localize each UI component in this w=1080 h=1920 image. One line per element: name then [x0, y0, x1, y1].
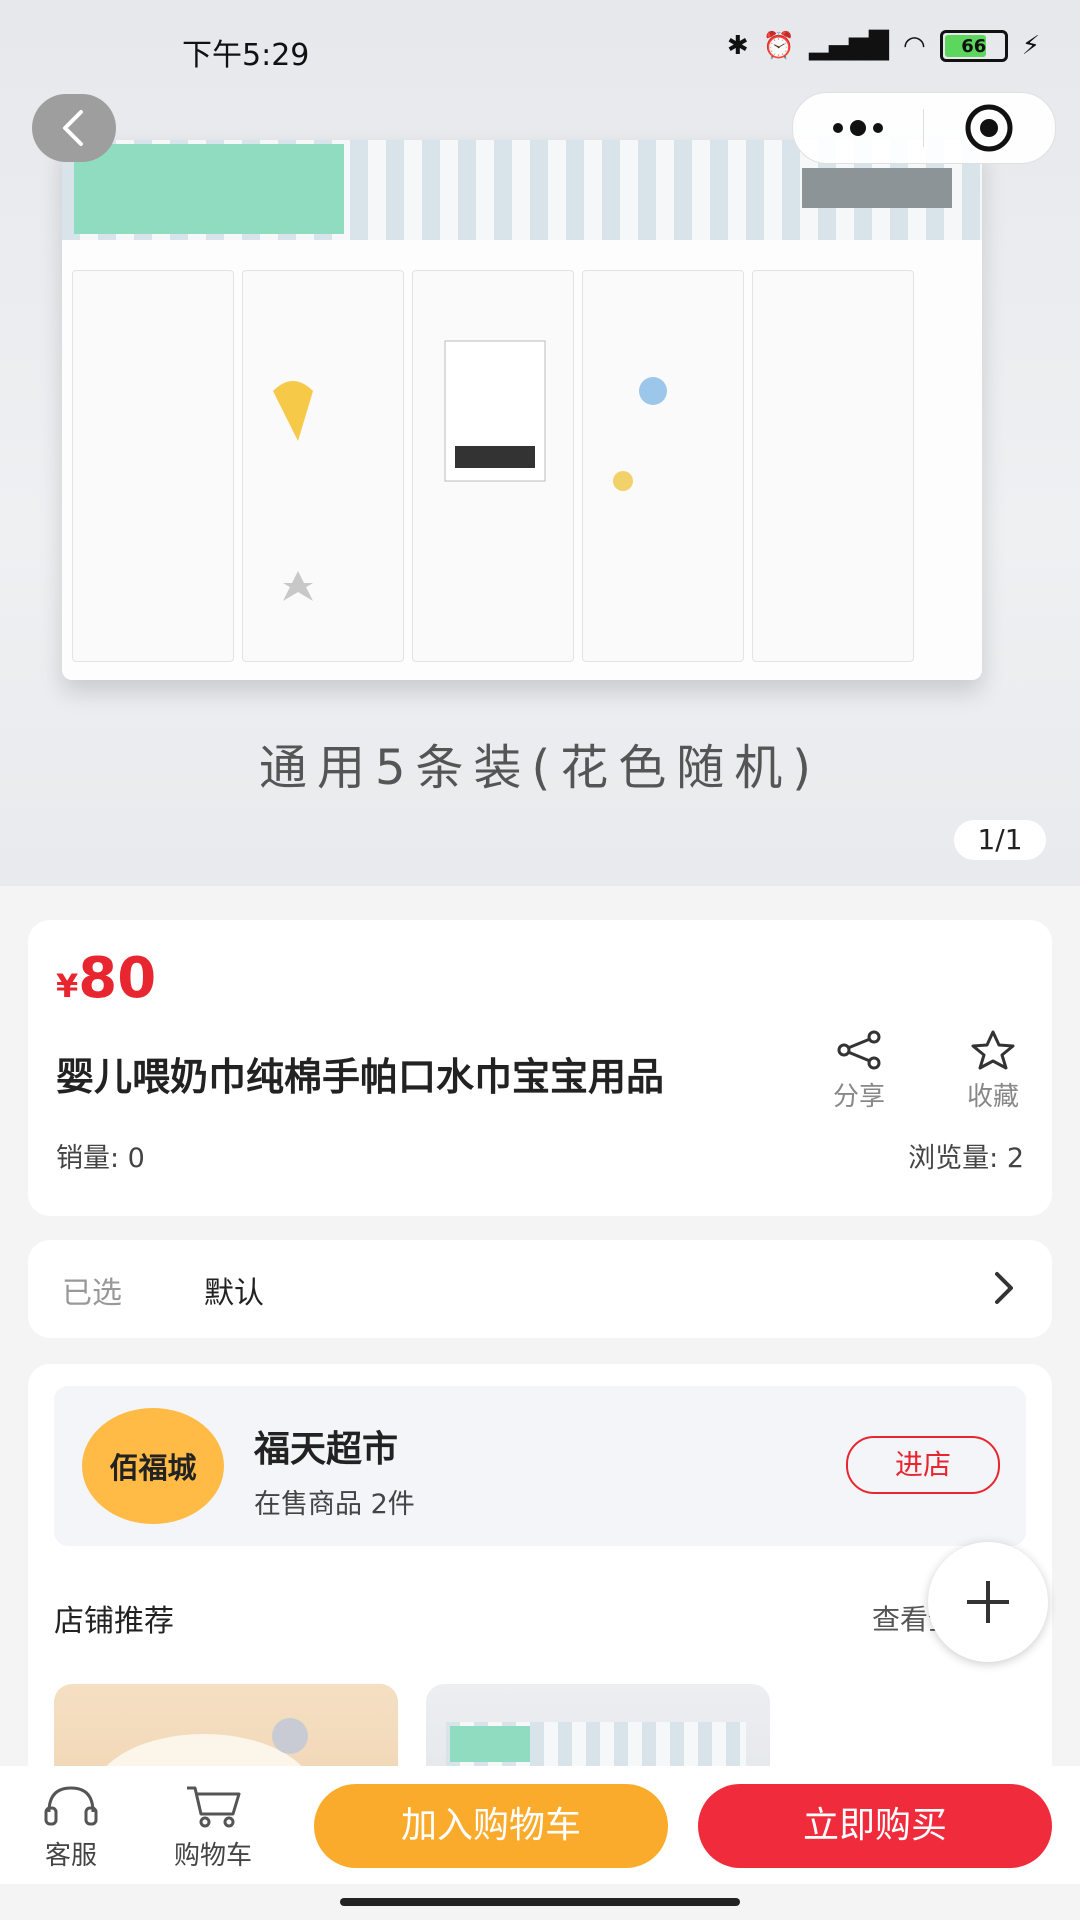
wifi-icon: ◠ [903, 31, 926, 61]
view-count: 浏览量: 2 [908, 1143, 1024, 1174]
status-icons: ✱ ⏰ ▂▄▆█ ◠ 66 ⚡ [727, 30, 1040, 62]
product-price: ¥80 [56, 946, 156, 1011]
towel-image [72, 270, 234, 662]
floating-add-button[interactable] [928, 1542, 1048, 1662]
home-indicator[interactable] [340, 1898, 740, 1906]
shop-name: 福天超市 [254, 1429, 399, 1470]
status-bar: 下午5:29 ✱ ⏰ ▂▄▆█ ◠ 66 ⚡ [0, 0, 1080, 100]
share-button[interactable]: 分享 [814, 1030, 904, 1113]
product-info-card: ¥80 婴儿喂奶巾纯棉手帕口水巾宝宝用品 分享 收藏 销量: 0 浏览量: 2 [28, 920, 1052, 1216]
alarm-icon: ⏰ [762, 31, 796, 61]
product-thumbnail-label [450, 1726, 530, 1762]
cart-button[interactable]: 购物车 [158, 1784, 268, 1872]
spec-value: 默认 [204, 1276, 264, 1311]
product-photo [62, 140, 982, 680]
shop-info[interactable]: 佰福城 福天超市 在售商品 2件 进店 [54, 1386, 1026, 1546]
shop-card: 佰福城 福天超市 在售商品 2件 进店 店铺推荐 查看全 [28, 1364, 1052, 1784]
mini-program-capsule [792, 92, 1056, 164]
package-tag [802, 168, 952, 208]
favorite-button[interactable]: 收藏 [948, 1030, 1038, 1113]
image-page-indicator: 1/1 [954, 820, 1046, 860]
favorite-label: 收藏 [966, 1082, 1019, 1112]
charging-icon: ⚡ [1021, 31, 1040, 61]
enter-shop-button[interactable]: 进店 [846, 1436, 1000, 1494]
price-currency: ¥ [56, 967, 79, 1005]
chevron-right-icon [995, 1272, 1013, 1304]
image-caption: 通用5条装(花色随机) [259, 740, 821, 796]
product-title: 婴儿喂奶巾纯棉手帕口水巾宝宝用品 [56, 1055, 665, 1099]
chevron-left-icon [63, 110, 83, 146]
spec-label: 已选 [62, 1276, 122, 1311]
add-to-cart-button[interactable]: 加入购物车 [314, 1784, 668, 1868]
customer-service-label: 客服 [44, 1841, 97, 1871]
buy-now-button[interactable]: 立即购买 [698, 1784, 1052, 1868]
customer-service-button[interactable]: 客服 [16, 1784, 126, 1872]
price-value: 80 [78, 946, 157, 1011]
shop-recommend-title: 店铺推荐 [54, 1604, 174, 1639]
plus-icon [967, 1581, 1009, 1623]
close-program-button[interactable] [924, 93, 1054, 163]
towel-image [752, 270, 914, 662]
sales-count: 销量: 0 [56, 1143, 145, 1174]
package-label [74, 144, 344, 234]
share-label: 分享 [832, 1082, 885, 1112]
signal-icon: ▂▄▆█ [809, 31, 890, 61]
bottom-action-bar: 客服 购物车 加入购物车 立即购买 [0, 1766, 1080, 1884]
battery-level: 66 [961, 35, 987, 57]
shop-product-count: 在售商品 2件 [254, 1489, 415, 1520]
more-button[interactable] [793, 93, 923, 163]
status-time: 下午5:29 [182, 38, 310, 73]
back-button[interactable] [32, 94, 116, 162]
target-close-icon [965, 104, 1013, 152]
bluetooth-icon: ✱ [726, 31, 749, 61]
towel-image [582, 270, 744, 662]
towel-image [412, 270, 574, 662]
star-icon [971, 1030, 1015, 1070]
towel-image [242, 270, 404, 662]
cart-label: 购物车 [173, 1841, 252, 1871]
spec-selector[interactable]: 已选 默认 [28, 1240, 1052, 1338]
cart-icon [187, 1786, 241, 1828]
share-icon [837, 1030, 881, 1070]
battery-icon: 66 [939, 30, 1008, 62]
headset-icon [44, 1786, 98, 1826]
shop-logo: 佰福城 [82, 1408, 224, 1524]
more-dots-icon [833, 120, 883, 136]
